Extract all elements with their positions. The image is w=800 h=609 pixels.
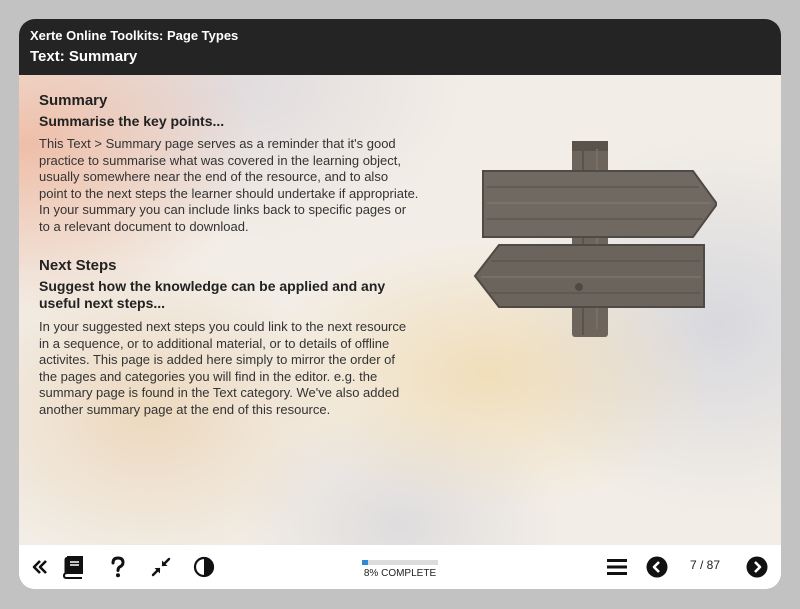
table-of-contents-icon xyxy=(607,559,627,575)
collapse-menu-icon xyxy=(32,560,47,574)
collapse-menu-button[interactable] xyxy=(27,555,53,579)
next-page-icon xyxy=(746,556,768,578)
next-steps-heading: Next Steps xyxy=(39,257,117,274)
signpost-board-right xyxy=(482,170,717,238)
app-window: Xerte Online Toolkits: Page Types Text: … xyxy=(19,19,781,589)
page-content: Summary Summarise the key points... This… xyxy=(19,75,781,545)
contrast-button[interactable] xyxy=(191,555,217,579)
header: Xerte Online Toolkits: Page Types Text: … xyxy=(19,19,781,75)
summary-heading: Summary xyxy=(39,92,108,109)
page-title: Text: Summary xyxy=(30,48,138,65)
help-icon xyxy=(111,556,125,578)
help-button[interactable] xyxy=(105,555,131,579)
signpost-board-left xyxy=(473,244,705,308)
minimize-icon xyxy=(151,557,171,577)
previous-page-button[interactable] xyxy=(644,555,670,579)
glossary-book-icon xyxy=(62,556,83,579)
progress-fill xyxy=(362,560,369,565)
page-counter: 7 / 87 xyxy=(689,558,721,572)
progress-label: 8% COMPLETE xyxy=(363,568,437,579)
table-of-contents-button[interactable] xyxy=(604,555,630,579)
footer-toolbar: 8% COMPLETE 7 / 87 xyxy=(19,545,781,589)
signpost-image xyxy=(473,141,717,337)
minimize-button[interactable] xyxy=(148,555,174,579)
app-title: Xerte Online Toolkits: Page Types xyxy=(30,28,239,43)
image-float-space xyxy=(416,319,761,545)
summary-text: This Text > Summary page serves as a rem… xyxy=(39,136,419,234)
previous-page-icon xyxy=(646,556,668,578)
next-page-button[interactable] xyxy=(744,555,770,579)
next-steps-subheading: Suggest how the knowledge can be applied… xyxy=(39,278,386,311)
next-steps-paragraph: In your suggested next steps you could l… xyxy=(39,319,761,545)
progress-bar xyxy=(362,560,438,565)
glossary-button[interactable] xyxy=(60,555,86,579)
summary-subheading: Summarise the key points... xyxy=(39,113,225,129)
next-steps-text: In your suggested next steps you could l… xyxy=(39,319,407,417)
contrast-icon xyxy=(193,556,215,578)
